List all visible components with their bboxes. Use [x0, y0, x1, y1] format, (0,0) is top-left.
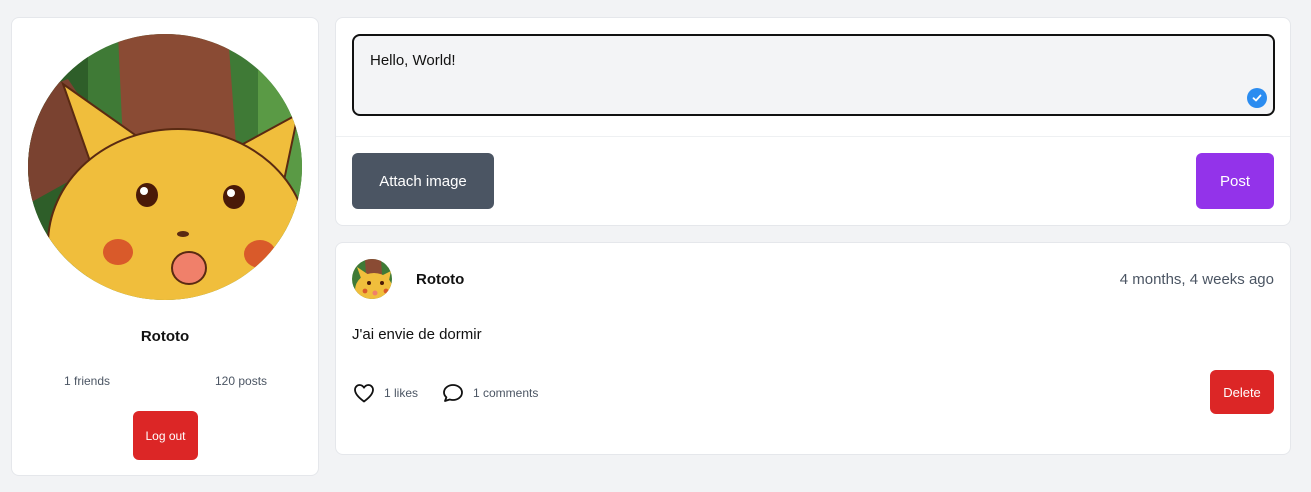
comment-bubble-icon[interactable]	[441, 381, 465, 405]
attach-image-button[interactable]: Attach image	[352, 153, 494, 209]
composer-divider	[336, 136, 1290, 137]
delete-post-button[interactable]: Delete	[1210, 370, 1274, 414]
heart-icon[interactable]	[352, 381, 376, 405]
profile-card: Rototo 1 friends 120 posts Log out	[11, 17, 319, 476]
post-button[interactable]: Post	[1196, 153, 1274, 209]
composer-card: Hello, World! Attach image Post	[335, 17, 1291, 226]
logout-button[interactable]: Log out	[133, 411, 198, 460]
profile-name: Rototo	[140, 328, 190, 345]
post-textarea[interactable]: Hello, World!	[352, 34, 1275, 116]
post-textarea-value: Hello, World!	[370, 52, 456, 69]
post-timestamp: 4 months, 4 weeks ago	[1119, 271, 1274, 288]
post-author-name[interactable]: Rototo	[416, 271, 464, 288]
friends-count[interactable]: 1 friends	[64, 374, 110, 388]
check-badge-icon	[1247, 88, 1267, 108]
post-content: J'ai envie de dormir	[352, 326, 482, 343]
comments-count[interactable]: 1 comments	[473, 386, 538, 400]
post-card: Rototo 4 months, 4 weeks ago J'ai envie …	[335, 242, 1291, 455]
profile-avatar	[28, 34, 302, 300]
posts-count[interactable]: 120 posts	[215, 374, 267, 388]
likes-count: 1 likes	[384, 386, 419, 400]
post-author-avatar[interactable]	[352, 259, 392, 299]
